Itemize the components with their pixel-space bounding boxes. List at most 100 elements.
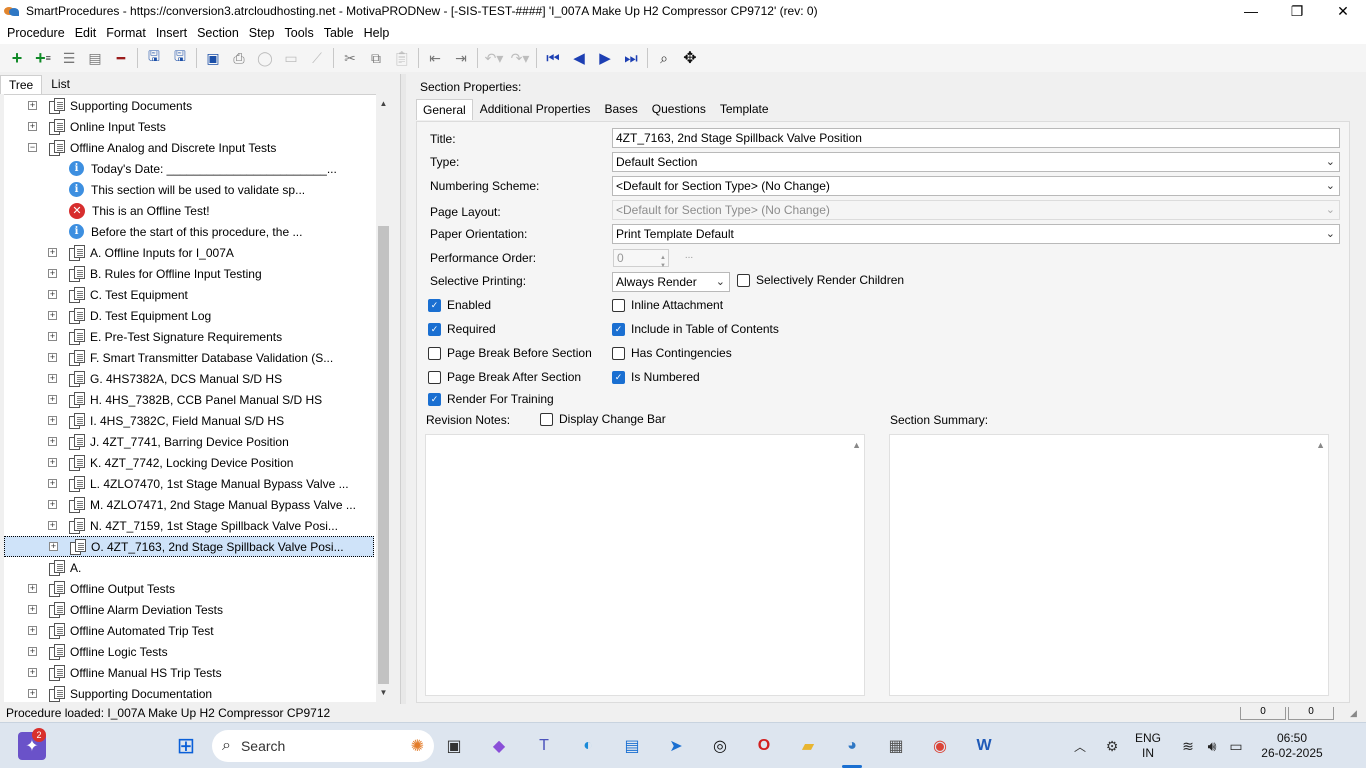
menu-help[interactable]: Help (359, 26, 395, 40)
format-list-icon[interactable]: ▤ (82, 46, 108, 70)
tab-list[interactable]: List (42, 74, 79, 94)
performance-order-spinner[interactable]: 0 ▲ ▼ (613, 249, 669, 269)
menu-section[interactable]: Section (192, 26, 244, 40)
language-indicator[interactable]: ENG IN (1130, 731, 1166, 761)
taskbar-search[interactable]: ⌕ Search ✺ (212, 730, 434, 762)
tree-item[interactable]: + J. 4ZT_7741, Barring Device Position (48, 431, 289, 452)
tree-item[interactable]: + I. 4HS_7382C, Field Manual S/D HS (48, 410, 284, 431)
move-icon[interactable]: ✥ (677, 46, 703, 70)
revision-notes-textarea[interactable]: ▲ (425, 434, 865, 696)
remove-icon[interactable]: ━ (108, 46, 134, 70)
tree-item[interactable]: i This section will be used to validate s… (48, 179, 305, 200)
tree-item[interactable]: + Offline Output Tests (28, 578, 175, 599)
copilot-icon[interactable]: ◆ (485, 732, 513, 760)
store-icon[interactable]: ▤ (618, 732, 646, 760)
menu-table[interactable]: Table (319, 26, 359, 40)
tree-item[interactable]: + M. 4ZLO7471, 2nd Stage Manual Bypass Va… (48, 494, 356, 515)
include-toc-checkbox[interactable]: ✓ Include in Table of Contents (612, 322, 779, 336)
expand-icon[interactable]: + (48, 521, 57, 530)
expand-icon[interactable]: + (48, 248, 57, 257)
outdent-icon[interactable]: ⇤ (422, 46, 448, 70)
binoculars-icon[interactable]: ⌕ (651, 46, 677, 70)
task-view-icon[interactable]: ▣ (440, 732, 468, 760)
page-break-after-checkbox[interactable]: Page Break After Section (428, 370, 581, 384)
expand-icon[interactable]: + (48, 416, 57, 425)
tree-item[interactable]: + Supporting Documentation (28, 683, 212, 702)
expand-icon[interactable]: + (28, 626, 37, 635)
add-child-icon[interactable]: + ≡ (30, 46, 56, 70)
selectively-render-children-checkbox[interactable]: Selectively Render Children (737, 273, 904, 287)
menu-insert[interactable]: Insert (151, 26, 192, 40)
teams-icon[interactable]: T (530, 732, 558, 760)
last-icon[interactable]: ⏭ (618, 46, 644, 70)
expand-icon[interactable]: + (48, 458, 57, 467)
tree-item[interactable]: ✕ This is an Offline Test! (48, 200, 210, 221)
battery-icon[interactable]: ▭ (1222, 732, 1250, 760)
expand-icon[interactable]: + (48, 353, 57, 362)
tree-item[interactable]: + B. Rules for Offline Input Testing (48, 263, 262, 284)
expand-icon[interactable]: + (28, 689, 37, 698)
tree-item[interactable]: i Before the start of this procedure, the… (48, 221, 302, 242)
render-for-training-checkbox[interactable]: ✓ Render For Training (428, 392, 554, 406)
page-break-before-checkbox[interactable]: Page Break Before Section (428, 346, 592, 360)
save-icon[interactable]: 🖫 (141, 46, 167, 70)
tree-item[interactable]: + Online Input Tests (28, 116, 166, 137)
refresh-icon[interactable]: ◯ (252, 46, 278, 70)
app-arrow-icon[interactable]: ➤ (662, 732, 690, 760)
expand-icon[interactable]: + (28, 647, 37, 656)
indent-icon[interactable]: ⇥ (448, 46, 474, 70)
expand-icon[interactable]: + (48, 290, 57, 299)
expand-icon[interactable]: + (28, 122, 37, 131)
tree-item[interactable]: − Offline Analog and Discrete Input Tests (28, 137, 276, 158)
scroll-up-icon[interactable]: ▲ (376, 96, 391, 111)
menu-edit[interactable]: Edit (70, 26, 102, 40)
tab-questions[interactable]: Questions (645, 98, 713, 120)
paste-icon[interactable]: 📋︎ (389, 46, 415, 70)
tree-item[interactable]: i Today's Date: ________________________.… (48, 158, 337, 179)
remote-desktop-icon[interactable]: ▦ (882, 732, 910, 760)
expand-icon[interactable]: + (48, 500, 57, 509)
tree-item[interactable]: + Offline Manual HS Trip Tests (28, 662, 222, 683)
menu-step[interactable]: Step (244, 26, 280, 40)
tree-item[interactable]: + E. Pre-Test Signature Requirements (48, 326, 282, 347)
collapse-icon[interactable]: − (28, 143, 37, 152)
tree-item[interactable]: + H. 4HS_7382B, CCB Panel Manual S/D HS (48, 389, 322, 410)
expand-icon[interactable]: + (28, 101, 37, 110)
scroll-up-icon[interactable]: ▲ (852, 440, 861, 450)
minimize-button[interactable]: — (1228, 0, 1274, 22)
required-checkbox[interactable]: ✓ Required (428, 322, 496, 336)
tab-template[interactable]: Template (713, 98, 776, 120)
tab-bases[interactable]: Bases (597, 98, 644, 120)
cut-icon[interactable]: ✂ (337, 46, 363, 70)
expand-icon[interactable]: + (48, 269, 57, 278)
print-icon[interactable]: ⎙ (226, 46, 252, 70)
expand-icon[interactable]: + (48, 479, 57, 488)
resize-grip-icon[interactable]: ◢ (1350, 708, 1362, 720)
expand-icon[interactable]: + (28, 584, 37, 593)
maximize-button[interactable]: ❐ (1274, 0, 1320, 22)
copy-icon[interactable]: ⧉ (363, 46, 389, 70)
paper-orientation-select[interactable]: Print Template Default ⌄ (612, 224, 1340, 244)
tab-additional-properties[interactable]: Additional Properties (473, 98, 598, 120)
tree-item[interactable]: + L. 4ZLO7470, 1st Stage Manual Bypass Va… (48, 473, 349, 494)
tree-item[interactable]: + Offline Logic Tests (28, 641, 168, 662)
undo-icon[interactable]: ↶▾ (481, 46, 507, 70)
has-contingencies-checkbox[interactable]: Has Contingencies (612, 346, 732, 360)
inline-attachment-checkbox[interactable]: Inline Attachment (612, 298, 723, 312)
page-layout-select[interactable]: <Default for Section Type> (No Change) ⌄ (612, 200, 1340, 220)
is-numbered-checkbox[interactable]: ✓ Is Numbered (612, 370, 700, 384)
tab-tree[interactable]: Tree (0, 75, 43, 94)
opera-icon[interactable]: O (750, 732, 778, 760)
tree-item[interactable]: A. (28, 557, 81, 578)
scroll-down-icon[interactable]: ▼ (376, 685, 391, 700)
expand-icon[interactable]: + (48, 395, 57, 404)
expand-icon[interactable]: + (48, 332, 57, 341)
expand-icon[interactable]: + (48, 437, 57, 446)
pane-splitter[interactable] (400, 74, 406, 704)
selective-printing-select[interactable]: Always Render ⌄ (612, 272, 730, 292)
display-change-bar-checkbox[interactable]: Display Change Bar (540, 412, 666, 426)
save-all-icon[interactable]: 🖫 (167, 46, 193, 70)
expand-icon[interactable]: + (48, 311, 57, 320)
tree-scrollbar[interactable]: ▲ ▼ (376, 94, 391, 702)
dell-icon[interactable]: ◎ (706, 732, 734, 760)
